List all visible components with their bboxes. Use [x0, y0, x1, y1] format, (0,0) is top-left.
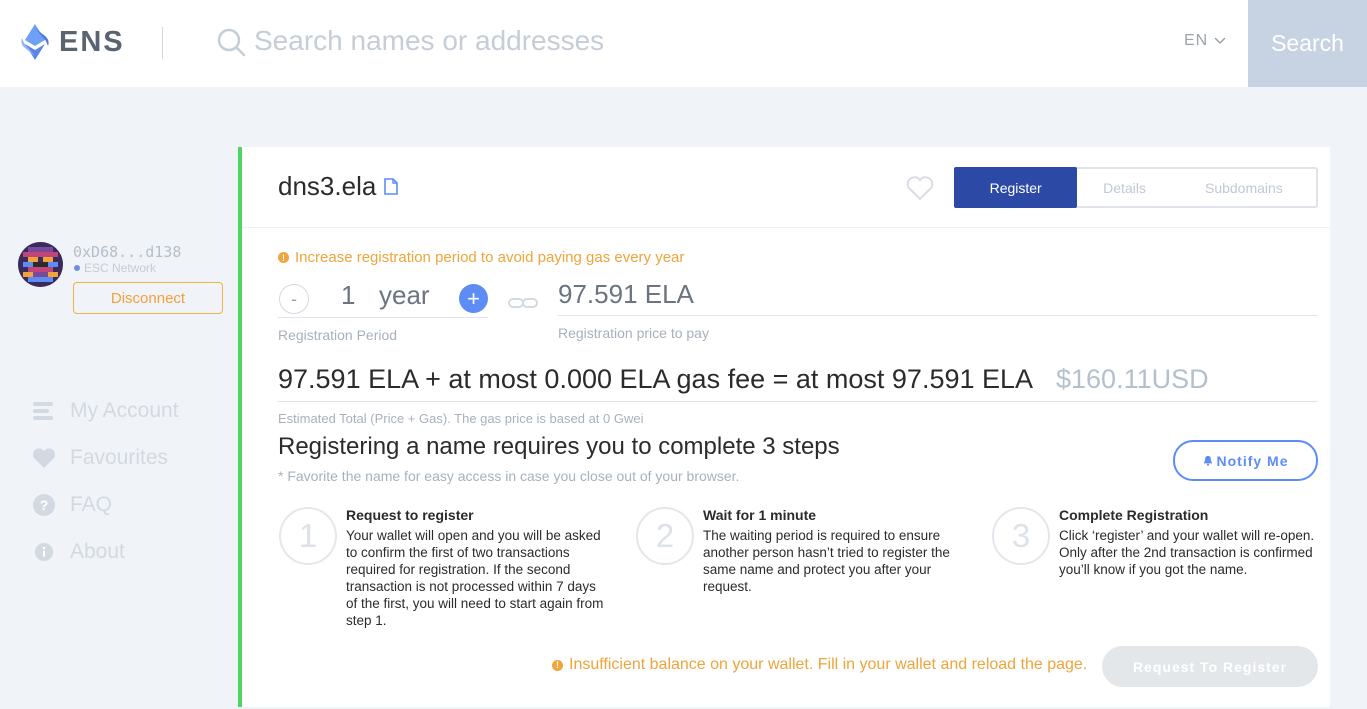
decrease-period-button[interactable]: - — [279, 284, 309, 314]
step-title: Complete Registration — [1059, 507, 1209, 523]
disconnect-button[interactable]: Disconnect — [73, 282, 223, 314]
favourite-heart-icon[interactable] — [906, 175, 934, 201]
wallet-address: 0xD68...d138 — [73, 243, 182, 261]
notify-me-label: Notify Me — [1216, 452, 1289, 469]
bell-icon — [1203, 455, 1212, 466]
search-input[interactable] — [254, 20, 1154, 62]
chevron-down-icon — [1214, 37, 1226, 45]
step-number: 3 — [992, 507, 1050, 565]
total-underline — [278, 401, 1318, 402]
warning-icon: ! — [278, 252, 289, 263]
network-dot — [74, 265, 80, 271]
warning-icon: ! — [552, 659, 563, 671]
language-label: EN — [1184, 32, 1209, 49]
step-number: 1 — [279, 507, 337, 565]
avatar — [18, 242, 63, 287]
tab-details[interactable]: Details — [1077, 169, 1171, 206]
top-header: ENS EN Search — [0, 0, 1367, 87]
insufficient-balance-warning: ! Insufficient balance on your wallet. F… — [552, 656, 1087, 674]
period-underline — [278, 317, 488, 318]
step-description: Click ‘register’ and your wallet will re… — [1059, 528, 1315, 577]
ens-logo-icon — [21, 24, 49, 60]
logo-text: ENS — [59, 25, 125, 58]
nav-label: Favourites — [70, 446, 169, 469]
copy-icon[interactable] — [384, 178, 399, 195]
question-icon: ? — [32, 493, 56, 517]
increase-period-button[interactable]: + — [459, 284, 488, 313]
period-label: Registration Period — [278, 327, 398, 343]
tab-subdomains[interactable]: Subdomains — [1172, 169, 1316, 206]
estimated-total: 97.591 ELA + at most 0.000 ELA gas fee =… — [278, 364, 1034, 394]
network-indicator: ESC Network — [74, 261, 156, 275]
period-value: 1 — [341, 280, 356, 310]
domain-card: dns3.ela Register Details Subdomains ! I… — [238, 147, 1330, 707]
domain-title: dns3.ela — [278, 171, 399, 202]
step-title: Wait for 1 minute — [703, 507, 817, 523]
ens-logo[interactable]: ENS — [17, 22, 125, 62]
header-divider — [162, 27, 163, 59]
steps-note: * Favorite the name for easy access in c… — [278, 468, 740, 484]
nav-item-favourites[interactable]: Favourites — [32, 446, 168, 470]
registration-price: 97.591 ELA — [558, 279, 694, 309]
warning-text: Increase registration period to avoid pa… — [295, 249, 685, 266]
list-icon — [32, 399, 56, 423]
step-number: 2 — [636, 507, 694, 565]
svg-text:?: ? — [40, 497, 49, 513]
total-note: Estimated Total (Price + Gas). The gas p… — [278, 411, 644, 426]
period-unit: year — [379, 280, 430, 310]
steps-title: Registering a name requires you to compl… — [278, 433, 840, 460]
step-title: Request to register — [346, 507, 474, 523]
domain-tabs: Register Details Subdomains — [954, 167, 1318, 208]
info-icon — [32, 540, 56, 564]
network-label: ESC Network — [84, 261, 157, 275]
nav-item-about[interactable]: About — [32, 540, 125, 564]
notify-me-button[interactable]: Notify Me — [1173, 440, 1318, 481]
heart-icon — [32, 446, 56, 470]
balance-warning-text: Insufficient balance on your wallet. Fil… — [569, 656, 1088, 673]
registration-period-warning: ! Increase registration period to avoid … — [278, 249, 684, 266]
step-description: The waiting period is required to ensure… — [703, 528, 950, 594]
card-header: dns3.ela Register Details Subdomains — [242, 147, 1330, 228]
search-icon — [217, 28, 246, 57]
domain-name: dns3.ela — [278, 171, 377, 201]
estimated-total-usd: $160.11USD — [1056, 364, 1209, 394]
tab-register[interactable]: Register — [954, 167, 1078, 208]
language-selector[interactable]: EN — [1184, 32, 1226, 50]
nav-item-my-account[interactable]: My Account — [32, 399, 179, 423]
nav-label: About — [70, 540, 125, 563]
link-icon — [508, 298, 538, 308]
step-description: Your wallet will open and you will be as… — [346, 528, 604, 628]
search-button[interactable]: Search — [1248, 0, 1367, 87]
price-underline — [558, 315, 1318, 316]
nav-item-faq[interactable]: ? FAQ — [32, 493, 112, 517]
request-to-register-button[interactable]: Request To Register — [1102, 646, 1318, 687]
nav-label: FAQ — [70, 493, 113, 516]
nav-label: My Account — [70, 399, 179, 422]
price-label: Registration price to pay — [558, 325, 709, 341]
